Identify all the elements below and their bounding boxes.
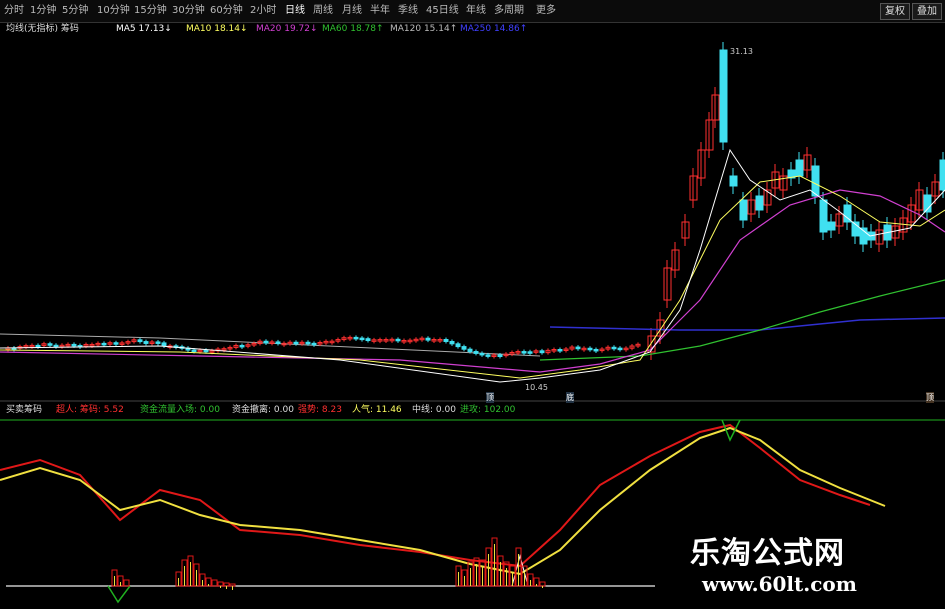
- candle-body: [739, 199, 748, 221]
- watermark-title: 乐淘公式网: [690, 536, 845, 571]
- candle-body: [305, 341, 311, 345]
- candle-body: [353, 336, 359, 340]
- candle-body: [275, 341, 281, 344]
- candle-body: [593, 348, 599, 352]
- candle-body: [819, 199, 828, 233]
- watermark-url: www.60lt.com: [702, 572, 857, 596]
- candle-body: [449, 340, 455, 345]
- candle-body: [203, 349, 209, 353]
- marker-3: 顶: [926, 392, 934, 403]
- candle-body: [455, 343, 461, 348]
- indicator-item-7: 进攻: 102.00: [460, 405, 516, 415]
- candle-body: [617, 347, 623, 351]
- marker-1: 顶: [486, 392, 494, 403]
- candle-body: [293, 341, 299, 345]
- candle-body: [395, 338, 401, 342]
- candle-body: [467, 348, 473, 353]
- candle-body: [35, 344, 41, 348]
- candle-body: [497, 354, 503, 358]
- indicator-item-3: 资金撤离: 0.00: [232, 405, 294, 415]
- indicator-bar: [123, 579, 130, 587]
- candle-body: [71, 343, 77, 347]
- candle-body: [101, 342, 107, 346]
- candle-body: [473, 351, 479, 354]
- indicator-item-4: 强势: 8.23: [298, 405, 342, 415]
- candle-body: [587, 347, 593, 351]
- candle-body: [795, 159, 804, 177]
- indicator-bar: [211, 579, 218, 587]
- ma10-line: [0, 175, 945, 379]
- ma250-line: [549, 317, 945, 331]
- candle-body: [539, 350, 545, 354]
- ma20-line: [0, 189, 945, 373]
- candle-body: [719, 49, 728, 143]
- candle-body: [575, 346, 581, 350]
- candle-body: [827, 221, 836, 231]
- candle-body: [461, 346, 467, 350]
- candle-body: [443, 339, 449, 342]
- low-price-label: 10.45: [525, 383, 548, 392]
- candle-body: [311, 342, 317, 346]
- candle-body: [425, 337, 431, 341]
- candle-body: [527, 351, 533, 354]
- candle-body: [155, 341, 161, 344]
- indicator-legend-bar: 买卖筹码 超人: 筹码: 5.52 资金流量入场: 0.00 资金撤离: 0.0…: [0, 403, 945, 418]
- candle-body: [161, 342, 167, 347]
- candle-body: [557, 349, 563, 352]
- candle-body: [47, 343, 53, 346]
- candle-body: [143, 341, 149, 344]
- candle-body: [521, 351, 527, 354]
- indicator-item-5: 人气: 11.46: [352, 405, 402, 415]
- ma-lines-group: [0, 148, 945, 383]
- high-price-label: 31.13: [730, 47, 753, 56]
- candle-body: [113, 342, 119, 345]
- indicator-bar: [223, 582, 230, 587]
- candle-body: [359, 337, 365, 341]
- marker-2: 底: [566, 392, 574, 403]
- candle-body: [137, 339, 143, 343]
- candle-body: [365, 338, 371, 342]
- indicator-item-1: 超人: 筹码: 5.52: [56, 405, 124, 415]
- kline-chart[interactable]: [0, 0, 945, 609]
- ma5-line: [0, 148, 945, 383]
- candle-body: [263, 340, 269, 344]
- signal-arrow-buy: [107, 585, 131, 604]
- candle-body: [611, 346, 617, 350]
- candle-body: [939, 159, 945, 191]
- candle-body: [811, 165, 820, 197]
- candle-body: [53, 344, 59, 348]
- candle-body: [479, 352, 485, 356]
- indicator-item-6: 中线: 0.00: [412, 405, 456, 415]
- candle-body: [729, 175, 738, 187]
- indicator-name[interactable]: 买卖筹码: [6, 403, 42, 418]
- indicator-bar: [229, 583, 236, 587]
- candle-body: [191, 349, 197, 353]
- candle-body: [755, 195, 764, 211]
- candle-body: [239, 344, 245, 348]
- candle-body: [485, 354, 491, 357]
- indicator-item-2: 资金流量入场: 0.00: [140, 405, 220, 415]
